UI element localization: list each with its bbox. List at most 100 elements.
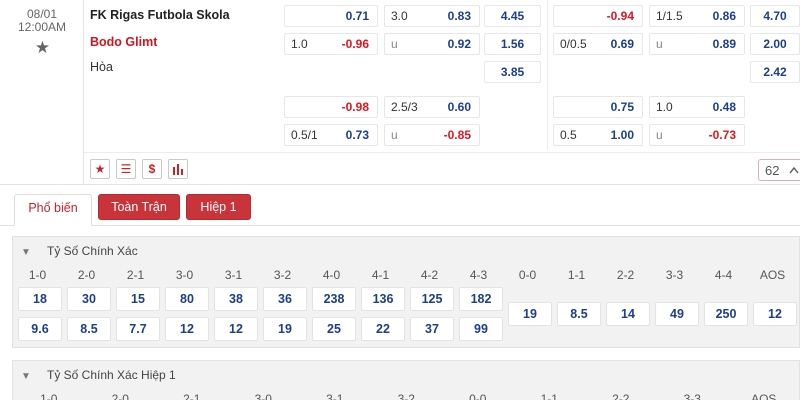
score-odds-cell[interactable]: 136 (361, 287, 405, 311)
odds-ft-ou2-under[interactable]: u -0.85 (384, 124, 480, 146)
score-header: 1-0 (28, 268, 47, 282)
score-odds-cell[interactable]: 14 (606, 302, 650, 326)
score-odds-cell[interactable]: 38 (214, 287, 258, 311)
odds-h1-hdp2-away[interactable]: 0.5 1.00 (553, 124, 643, 146)
tab-toan-tran[interactable]: Toàn Trận (98, 194, 180, 220)
score-odds-cell[interactable]: 12 (165, 317, 209, 341)
score-header: 3-1 (326, 392, 344, 400)
score-odds-cell[interactable]: 15 (116, 287, 160, 311)
score-odds-cell[interactable]: 125 (410, 287, 454, 311)
score-header: 3-3 (683, 392, 701, 400)
score-header: 3-1 (224, 268, 243, 282)
score-header: 1-1 (540, 392, 558, 400)
correct-score-h1-section: ▼ Tỷ Số Chính Xác Hiệp 1 1-0 2-0 2-1 3-0 3-1 3… (12, 360, 800, 400)
score-header: 2-1 (183, 392, 201, 400)
score-header: 1-0 (40, 392, 58, 400)
match-action-bar: ★ ☰ $ 62 (84, 152, 800, 185)
score-header: 4-1 (371, 268, 390, 282)
odds-ft-1x2-draw[interactable]: 3.85 (484, 61, 541, 83)
score-header: AOS (759, 268, 786, 282)
match-time-column: 08/01 12:00AM ★ (0, 0, 84, 185)
column-divider (547, 0, 548, 150)
score-odds-cell[interactable]: 19 (508, 302, 552, 326)
score-header: 2-2 (616, 268, 635, 282)
match-row: 08/01 12:00AM ★ FK Rigas Futbola Skola B… (0, 0, 800, 185)
odds-h1-1x2-draw[interactable]: 2.42 (750, 61, 800, 83)
correct-score-section: ▼ Tỷ Số Chính Xác 1-0 2-0 2-1 3-0 3-1 3-2 4-0 4-… (12, 236, 800, 348)
score-odds-cell[interactable]: 182 (459, 287, 503, 311)
score-odds-cell[interactable]: 37 (410, 317, 454, 341)
tab-hiep-1[interactable]: Hiệp 1 (186, 194, 251, 220)
favorite-star-icon[interactable]: ★ (34, 39, 51, 56)
score-odds-cell[interactable]: 9.6 (18, 317, 62, 341)
odds-ft-hdp-away[interactable]: 1.0 -0.96 (284, 33, 378, 55)
score-header: 2-2 (612, 392, 630, 400)
star-icon[interactable]: ★ (90, 159, 110, 179)
score-header: 2-1 (126, 268, 145, 282)
section-header[interactable]: ▼ Tỷ Số Chính Xác Hiệp 1 (21, 368, 176, 384)
score-odds-cell[interactable]: 7.7 (116, 317, 160, 341)
score-header: 3-0 (254, 392, 272, 400)
score-odds-cell[interactable]: 8.5 (67, 317, 111, 341)
score-odds-cell[interactable]: 80 (165, 287, 209, 311)
score-odds-cell[interactable]: 36 (263, 287, 307, 311)
odds-h1-ou2-under[interactable]: u -0.73 (649, 124, 745, 146)
odds-h1-ou2-over[interactable]: 1.0 0.48 (649, 96, 745, 118)
score-header: 4-2 (420, 268, 439, 282)
list-icon[interactable]: ☰ (116, 159, 136, 179)
odds-ft-1x2-away[interactable]: 1.56 (484, 33, 541, 55)
score-odds-cell[interactable]: 99 (459, 317, 503, 341)
odds-h1-ou-under[interactable]: u 0.89 (649, 33, 745, 55)
odds-ft-hdp2-home[interactable]: -0.98 (284, 96, 378, 118)
odds-ft-1x2-home[interactable]: 4.45 (484, 5, 541, 27)
score-header: 4-4 (714, 268, 733, 282)
odds-ft-ou-under[interactable]: u 0.92 (384, 33, 480, 55)
score-odds-cell[interactable]: 19 (263, 317, 307, 341)
odds-h1-hdp-home[interactable]: -0.94 (553, 5, 643, 27)
odds-ft-hdp-home[interactable]: 0.71 (284, 5, 378, 27)
score-odds-cell[interactable]: 49 (655, 302, 699, 326)
score-header: 2-0 (77, 268, 96, 282)
draw-label: Hòa (90, 60, 113, 74)
score-odds-cell[interactable]: 8.5 (557, 302, 601, 326)
odds-h1-hdp-away[interactable]: 0/0.5 0.69 (553, 33, 643, 55)
odds-ft-hdp2-away[interactable]: 0.5/1 0.73 (284, 124, 378, 146)
tab-pho-bien[interactable]: Phổ biến (14, 194, 92, 226)
score-header: 3-2 (397, 392, 415, 400)
score-odds-cell[interactable]: 25 (312, 317, 356, 341)
teams-column: FK Rigas Futbola Skola Bodo Glimt Hòa (84, 0, 280, 150)
odds-h1-hdp2-home[interactable]: 0.75 (553, 96, 643, 118)
odds-h1-1x2-away[interactable]: 2.00 (750, 33, 800, 55)
score-header: 3-2 (273, 268, 292, 282)
away-team-name: Bodo Glimt (90, 35, 158, 49)
score-header: 1-1 (567, 268, 586, 282)
section-title: Tỷ Số Chính Xác Hiệp 1 (47, 368, 176, 382)
bar-chart-icon[interactable] (168, 159, 188, 179)
score-odds-cell[interactable]: 18 (18, 287, 62, 311)
score-header: 4-0 (322, 268, 341, 282)
odds-ft-ou-over[interactable]: 3.0 0.83 (384, 5, 480, 27)
odds-h1-ou-over[interactable]: 1/1.5 0.86 (649, 5, 745, 27)
chevron-down-icon: ▼ (21, 371, 31, 382)
more-markets-count: 62 (765, 163, 780, 178)
score-header: 4-3 (469, 268, 488, 282)
odds-ft-ou2-over[interactable]: 2.5/3 0.60 (384, 96, 480, 118)
chevron-up-icon (789, 162, 799, 177)
score-odds-cell[interactable]: 30 (67, 287, 111, 311)
section-header[interactable]: ▼ Tỷ Số Chính Xác (21, 244, 138, 260)
score-odds-cell[interactable]: 238 (312, 287, 356, 311)
chevron-down-icon: ▼ (21, 247, 31, 258)
match-time: 12:00AM (17, 20, 67, 34)
score-odds-cell[interactable]: 22 (361, 317, 405, 341)
score-odds-cell[interactable]: 12 (214, 317, 258, 341)
score-odds-cell[interactable]: 250 (704, 302, 748, 326)
score-header: AOS (751, 392, 777, 400)
dollar-icon[interactable]: $ (142, 159, 162, 179)
score-header: 0-0 (518, 268, 537, 282)
odds-h1-1x2-home[interactable]: 4.70 (750, 5, 800, 27)
home-team-name: FK Rigas Futbola Skola (90, 8, 230, 22)
score-header: 3-3 (665, 268, 684, 282)
more-markets-button[interactable]: 62 (758, 159, 800, 181)
score-odds-cell[interactable]: 12 (753, 302, 797, 326)
market-tabs: Phổ biến Toàn Trận Hiệp 1 (0, 186, 800, 226)
